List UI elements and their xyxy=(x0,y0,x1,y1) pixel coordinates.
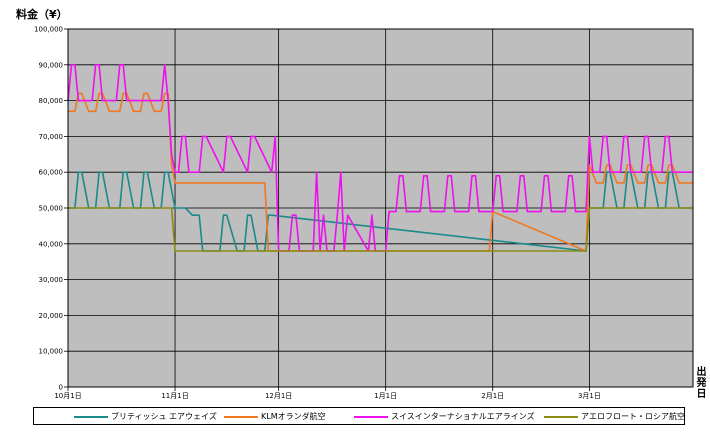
y-axis-label: 料金（¥） xyxy=(16,8,68,21)
y-tick-label: 40,000 xyxy=(39,240,64,248)
y-tick-label: 60,000 xyxy=(39,169,64,177)
x-tick-label: 3月1日 xyxy=(578,392,601,400)
x-axis-label: 出発日 xyxy=(694,366,705,399)
legend-item: KLMオランダ航空 xyxy=(224,411,326,422)
x-tick-label: 12月1日 xyxy=(265,392,292,400)
legend-item: ブリティッシュ エアウェイズ xyxy=(74,411,217,422)
x-tick-label: 1月1日 xyxy=(374,392,397,400)
legend-label: スイスインターナショナルエアラインズ xyxy=(391,412,535,421)
legend-label: アエロフロート・ロシア航空 xyxy=(581,412,685,421)
y-tick-label: 50,000 xyxy=(39,205,64,213)
line-chart: 0 10,000 20,000 30,000 40,000 50,000 60,000 70,… xyxy=(34,26,694,400)
y-tick-label: 0 xyxy=(59,384,63,392)
y-tick-label: 10,000 xyxy=(39,348,64,356)
y-tick-label: 80,000 xyxy=(39,97,64,105)
y-tick-label: 20,000 xyxy=(39,312,64,320)
legend-item: アエロフロート・ロシア航空 xyxy=(544,411,685,422)
y-tick-label: 90,000 xyxy=(39,61,64,69)
x-tick-label: 2月1日 xyxy=(481,392,504,400)
legend-swatch xyxy=(224,415,258,418)
x-tick-label: 10月1日 xyxy=(54,392,81,400)
x-tick-label: 11月1日 xyxy=(161,392,188,400)
y-tick-label: 100,000 xyxy=(34,26,63,34)
y-axis-ticks: 0 10,000 20,000 30,000 40,000 50,000 60,000 70,… xyxy=(34,26,68,392)
legend-label: ブリティッシュ エアウェイズ xyxy=(111,412,217,421)
legend: ブリティッシュ エアウェイズ KLMオランダ航空 スイスインターナショナルエアライン… xyxy=(33,407,685,425)
legend-label: KLMオランダ航空 xyxy=(261,412,326,421)
y-tick-label: 30,000 xyxy=(39,276,64,284)
x-axis-ticks: 10月1日 11月1日 12月1日 1月1日 2月1日 3月1日 xyxy=(54,387,601,400)
legend-swatch xyxy=(544,415,578,418)
legend-swatch xyxy=(354,415,388,418)
legend-item: スイスインターナショナルエアラインズ xyxy=(354,411,535,422)
legend-swatch xyxy=(74,415,108,418)
y-tick-label: 70,000 xyxy=(39,133,64,141)
